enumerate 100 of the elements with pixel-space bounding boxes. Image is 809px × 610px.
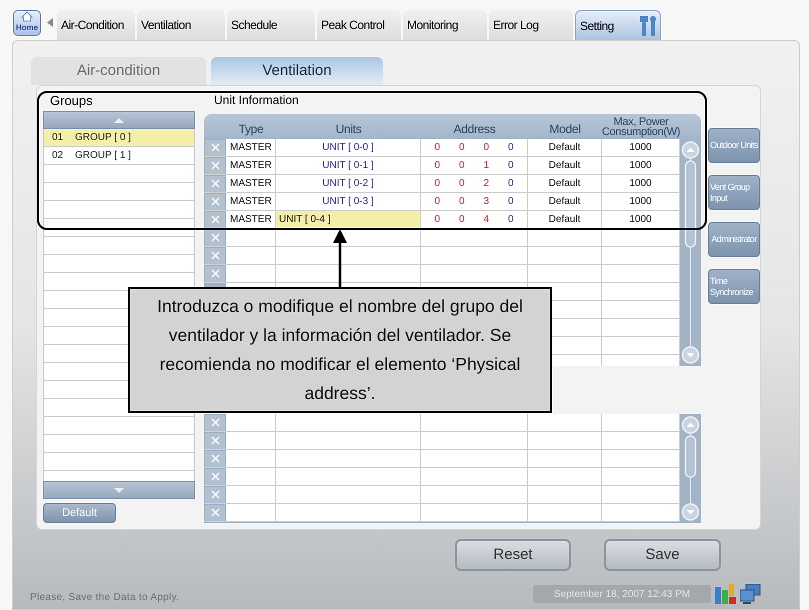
address-digit: 3 <box>483 195 490 209</box>
group-name: GROUP [ 1 ] <box>74 149 131 163</box>
address-digit: 2 <box>483 177 490 191</box>
save-button[interactable]: Save <box>604 539 721 571</box>
sub-tab[interactable]: Ventilation <box>211 57 383 85</box>
unit-row[interactable]: MASTER UNIT [ 0-2 ] 0 0 2 0 Default 1000 <box>204 175 680 193</box>
column-header: Units <box>334 121 362 138</box>
power-cell-text: 1000 <box>629 177 652 191</box>
column-header: Type <box>238 121 264 138</box>
type-cell-text: MASTER <box>229 159 272 173</box>
address-digit: 0 <box>434 213 440 227</box>
close-icon <box>210 233 220 242</box>
unit-row[interactable]: MASTER UNIT [ 0-3 ] 0 0 3 0 Default 1000 <box>204 193 680 211</box>
close-icon <box>210 436 220 445</box>
reset-button[interactable]: Reset <box>455 539 571 571</box>
group-number: 01 <box>51 131 64 145</box>
scrollbar[interactable] <box>680 139 701 366</box>
address-digit: 0 <box>508 195 514 209</box>
close-icon <box>210 490 220 499</box>
close-icon <box>210 197 220 206</box>
empty-table-row[interactable] <box>204 229 680 247</box>
address-digit: 0 <box>508 213 514 227</box>
close-icon <box>210 269 220 278</box>
left-arrow-icon <box>47 18 53 27</box>
datetime-display: September 18, 2007 12:43 PM <box>533 585 711 603</box>
unit-row[interactable]: MASTER UNIT [ 0-1 ] 0 0 1 0 Default 1000 <box>204 157 680 175</box>
address-digit: 0 <box>508 141 514 155</box>
scrollbar[interactable] <box>680 414 701 523</box>
callout-tooltip: Introduzca o modifique el nombre del grupo del ventilador y la información del ventilador. Se recomienda no modificar el elemento ‘Physical address’. <box>128 287 552 413</box>
close-icon <box>210 179 220 188</box>
group-number: 02 <box>51 149 64 163</box>
model-cell-text: Default <box>548 195 580 209</box>
column-header: Model <box>548 121 582 138</box>
address-digit: 0 <box>483 141 490 155</box>
address-digit: 0 <box>434 177 440 191</box>
address-digit: 0 <box>434 159 440 173</box>
group-name: GROUP [ 0 ] <box>74 131 131 145</box>
group-row[interactable]: 01 GROUP [ 0 ] <box>44 129 194 147</box>
type-cell-text: MASTER <box>229 177 272 191</box>
nav-tab[interactable]: Setting <box>575 10 661 40</box>
nav-tab[interactable]: Schedule <box>227 10 315 40</box>
down-triangle-icon <box>114 488 124 492</box>
address-digit: 0 <box>434 195 440 209</box>
home-button[interactable]: Home <box>13 10 41 36</box>
network-computers-icon <box>740 584 761 604</box>
close-icon <box>210 215 220 224</box>
nav-tab[interactable]: Ventilation <box>137 10 225 40</box>
scroll-up-button[interactable] <box>43 111 195 129</box>
type-cell-text: MASTER <box>229 213 272 227</box>
power-cell-text: 1000 <box>629 195 652 209</box>
nav-tab[interactable]: Air-Condition <box>57 10 135 40</box>
address-digit: 0 <box>458 141 465 155</box>
close-icon <box>210 454 220 463</box>
status-message: Please, Save the Data to Apply. <box>30 590 180 604</box>
power-cell-text: 1000 <box>629 159 652 173</box>
address-digit: 1 <box>483 159 490 173</box>
unit-name-cell[interactable]: UNIT [ 0-4 ] <box>276 211 420 228</box>
address-digit: 0 <box>458 195 465 209</box>
power-cell-text: 1000 <box>629 141 652 155</box>
unit-name-cell[interactable]: UNIT [ 0-3 ] <box>276 193 420 210</box>
column-header: Max, Power Consumption(W) <box>602 115 680 139</box>
nav-tab[interactable]: Monitoring <box>403 10 487 40</box>
address-digit: 0 <box>508 159 514 173</box>
address-digit: 0 <box>434 141 440 155</box>
type-cell-text: MASTER <box>229 195 272 209</box>
unit-row[interactable]: MASTER UNIT [ 0-0 ] 0 0 0 0 Default 1000 <box>204 139 680 157</box>
unit-name-cell[interactable]: UNIT [ 0-1 ] <box>276 157 420 174</box>
close-icon <box>210 251 220 260</box>
close-icon <box>210 418 220 427</box>
sub-tab[interactable]: Air-condition <box>31 57 206 85</box>
up-triangle-icon <box>114 118 124 122</box>
nav-tab[interactable]: Error Log <box>489 10 573 40</box>
unit-name-cell[interactable]: UNIT [ 0-2 ] <box>276 175 420 192</box>
unit-name-cell[interactable]: UNIT [ 0-0 ] <box>276 139 420 156</box>
delete-button[interactable] <box>205 230 225 246</box>
model-cell-text: Default <box>548 213 580 227</box>
tools-icon <box>640 16 656 36</box>
column-header: Address <box>452 121 496 138</box>
model-cell-text: Default <box>548 177 580 191</box>
type-cell-text: MASTER <box>229 141 272 155</box>
close-icon <box>210 508 220 517</box>
address-digit: 0 <box>508 177 514 191</box>
unit-row[interactable]: MASTER UNIT [ 0-4 ] 0 0 4 0 Default 1000 <box>204 211 680 229</box>
nav-tab[interactable]: Peak Control <box>317 10 401 40</box>
address-digit: 0 <box>458 177 465 191</box>
address-digit: 0 <box>458 159 465 173</box>
close-icon <box>210 472 220 481</box>
address-digit: 0 <box>458 213 465 227</box>
model-cell-text: Default <box>548 159 580 173</box>
house-icon <box>21 11 33 22</box>
scroll-down-button[interactable] <box>43 481 195 499</box>
model-cell-text: Default <box>548 141 580 155</box>
callout-arrow <box>333 229 347 289</box>
close-icon <box>210 161 220 170</box>
address-digit: 4 <box>483 213 490 227</box>
unit-information-title: Unit Information <box>213 92 300 109</box>
power-cell-text: 1000 <box>629 213 652 227</box>
close-icon <box>210 143 220 152</box>
status-bars-icon <box>715 584 736 604</box>
groups-title: Groups <box>49 92 94 110</box>
